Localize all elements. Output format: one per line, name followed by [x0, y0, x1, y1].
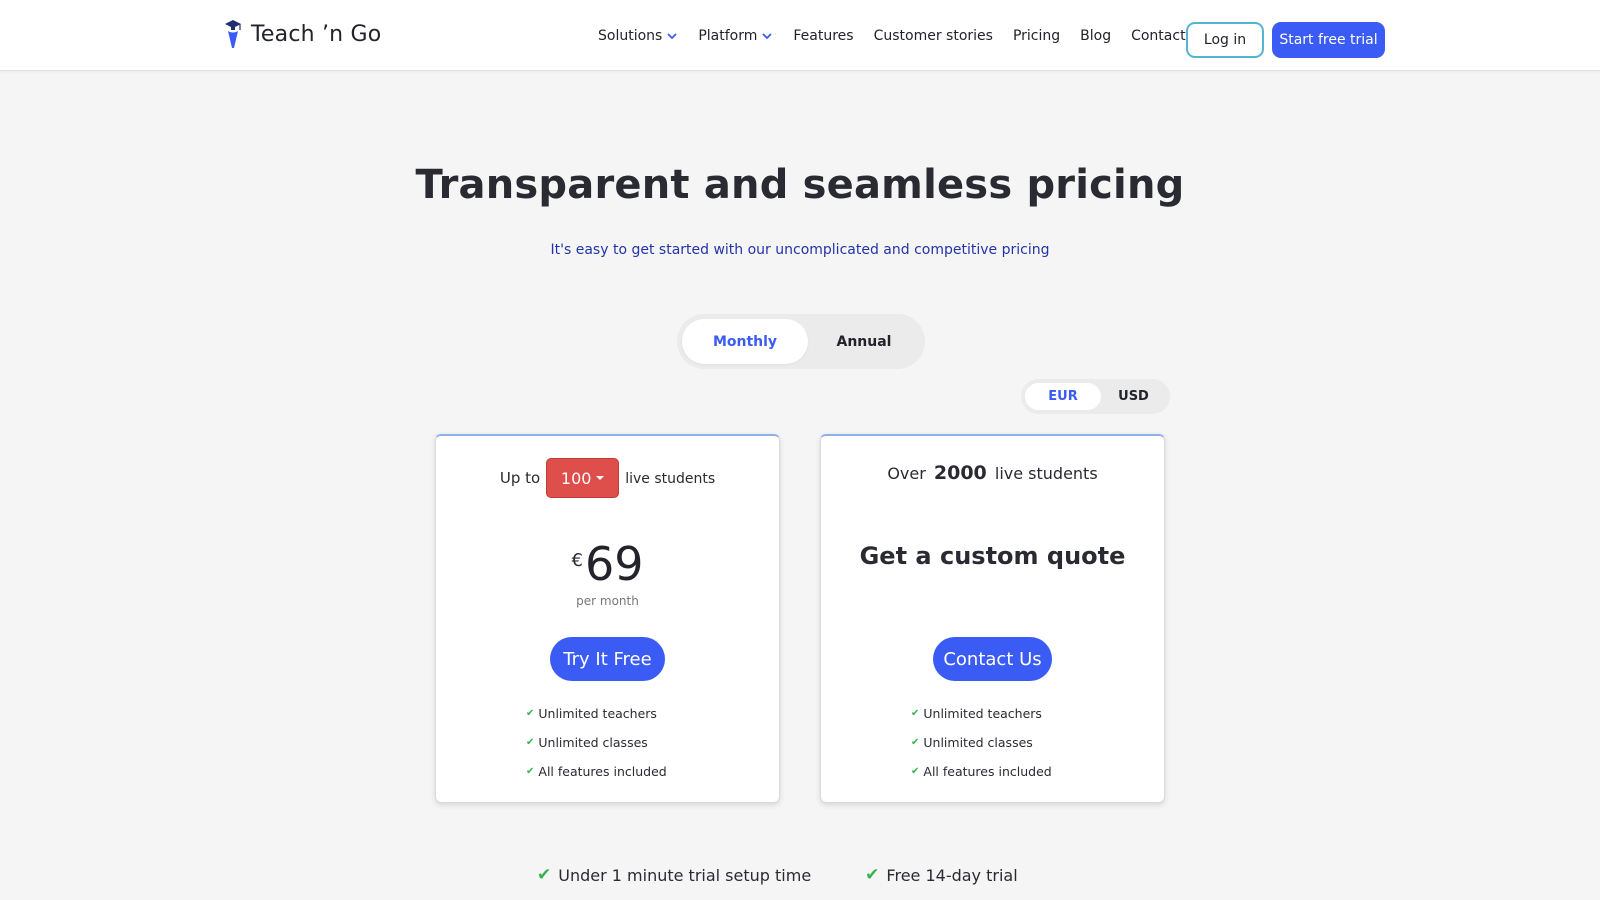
nav-customer-stories[interactable]: Customer stories	[874, 28, 993, 44]
list-item: ✔ Unlimited teachers	[526, 699, 667, 728]
plan-price: € 69	[436, 538, 779, 590]
feature-label: All features included	[923, 764, 1052, 779]
check-icon: ✔	[526, 708, 535, 719]
try-it-free-button[interactable]: Try It Free	[550, 637, 665, 681]
billing-monthly-option[interactable]: Monthly	[682, 319, 808, 364]
student-limit-prefix: Up to	[499, 469, 541, 487]
start-free-trial-button[interactable]: Start free trial	[1272, 22, 1385, 58]
list-item: ✔ Unlimited classes	[526, 728, 667, 757]
check-icon: ✔	[526, 766, 535, 777]
check-icon: ✔	[865, 865, 880, 885]
chevron-down-icon	[762, 33, 773, 40]
list-item: ✔ Unlimited classes	[911, 728, 1052, 757]
price-period: per month	[576, 594, 639, 608]
list-item: ✔ Unlimited teachers	[911, 699, 1052, 728]
check-icon: ✔	[537, 865, 552, 885]
nav-platform[interactable]: Platform	[698, 28, 773, 44]
student-limit-suffix: live students	[994, 464, 1098, 483]
perk-label: Free 14-day trial	[886, 865, 1018, 885]
login-button[interactable]: Log in	[1186, 22, 1264, 58]
student-limit-prefix: Over	[887, 464, 926, 483]
feature-label: Unlimited teachers	[538, 706, 657, 721]
pricing-card-enterprise: Over 2000 live students Get a custom quo…	[820, 434, 1165, 803]
feature-list: ✔ Unlimited teachers ✔ Unlimited classes ✔…	[526, 699, 667, 786]
main-nav: Solutions Platform Features Customer sto…	[598, 28, 1206, 44]
logo-graduation-icon	[225, 20, 241, 48]
currency-symbol: €	[571, 550, 583, 571]
contact-us-button[interactable]: Contact Us	[933, 637, 1052, 681]
feature-label: Unlimited classes	[923, 735, 1033, 750]
list-item: ✔ All features included	[526, 757, 667, 786]
feature-label: Unlimited classes	[538, 735, 648, 750]
billing-period-toggle: Monthly Annual	[677, 314, 925, 369]
top-navbar: Teach ’n Go Solutions Platform Features …	[0, 0, 1600, 71]
feature-label: Unlimited teachers	[923, 706, 1042, 721]
currency-eur-option[interactable]: EUR	[1025, 383, 1101, 410]
check-icon: ✔	[911, 766, 920, 777]
nav-contact[interactable]: Contact	[1131, 28, 1185, 44]
page-title: Transparent and seamless pricing	[415, 162, 1185, 208]
student-count-select[interactable]: 100	[546, 458, 620, 498]
perk-label: Under 1 minute trial setup time	[558, 865, 812, 885]
list-item: ✔ All features included	[911, 757, 1052, 786]
brand-name: Teach ’n Go	[251, 21, 382, 47]
caret-down-icon	[596, 476, 605, 480]
nav-pricing[interactable]: Pricing	[1013, 28, 1060, 44]
feature-label: All features included	[538, 764, 667, 779]
perk-item: ✔ Free 14-day trial	[865, 865, 1017, 885]
currency-usd-option[interactable]: USD	[1101, 383, 1166, 410]
chevron-down-icon	[667, 33, 677, 40]
check-icon: ✔	[526, 737, 535, 748]
nav-features[interactable]: Features	[793, 28, 853, 44]
nav-platform-label: Platform	[698, 28, 758, 44]
check-icon: ✔	[911, 708, 920, 719]
billing-annual-option[interactable]: Annual	[808, 319, 920, 364]
student-limit-suffix: live students	[625, 471, 716, 487]
perk-item: ✔ Under 1 minute trial setup time	[537, 865, 811, 885]
nav-solutions-label: Solutions	[598, 28, 663, 44]
feature-list: ✔ Unlimited teachers ✔ Unlimited classes ✔…	[911, 699, 1052, 786]
price-amount: 69	[584, 537, 644, 591]
trial-perks: ✔ Under 1 minute trial setup time ✔ Free…	[537, 865, 1018, 885]
currency-toggle: EUR USD	[1021, 379, 1170, 414]
pricing-card-standard: Up to 100 live students € 69 per month T…	[435, 434, 780, 803]
page-subtitle: It's easy to get started with our uncomp…	[550, 242, 1050, 258]
brand-logo[interactable]: Teach ’n Go	[223, 18, 381, 50]
check-icon: ✔	[911, 737, 920, 748]
nav-solutions[interactable]: Solutions	[598, 28, 678, 44]
nav-blog[interactable]: Blog	[1080, 28, 1111, 44]
custom-quote-heading: Get a custom quote	[859, 542, 1126, 570]
student-count-value: 100	[560, 468, 592, 488]
student-count-value: 2000	[933, 462, 987, 484]
student-limit-row: Up to 100 live students	[436, 458, 779, 498]
student-limit-row: Over 2000 live students	[821, 462, 1164, 484]
